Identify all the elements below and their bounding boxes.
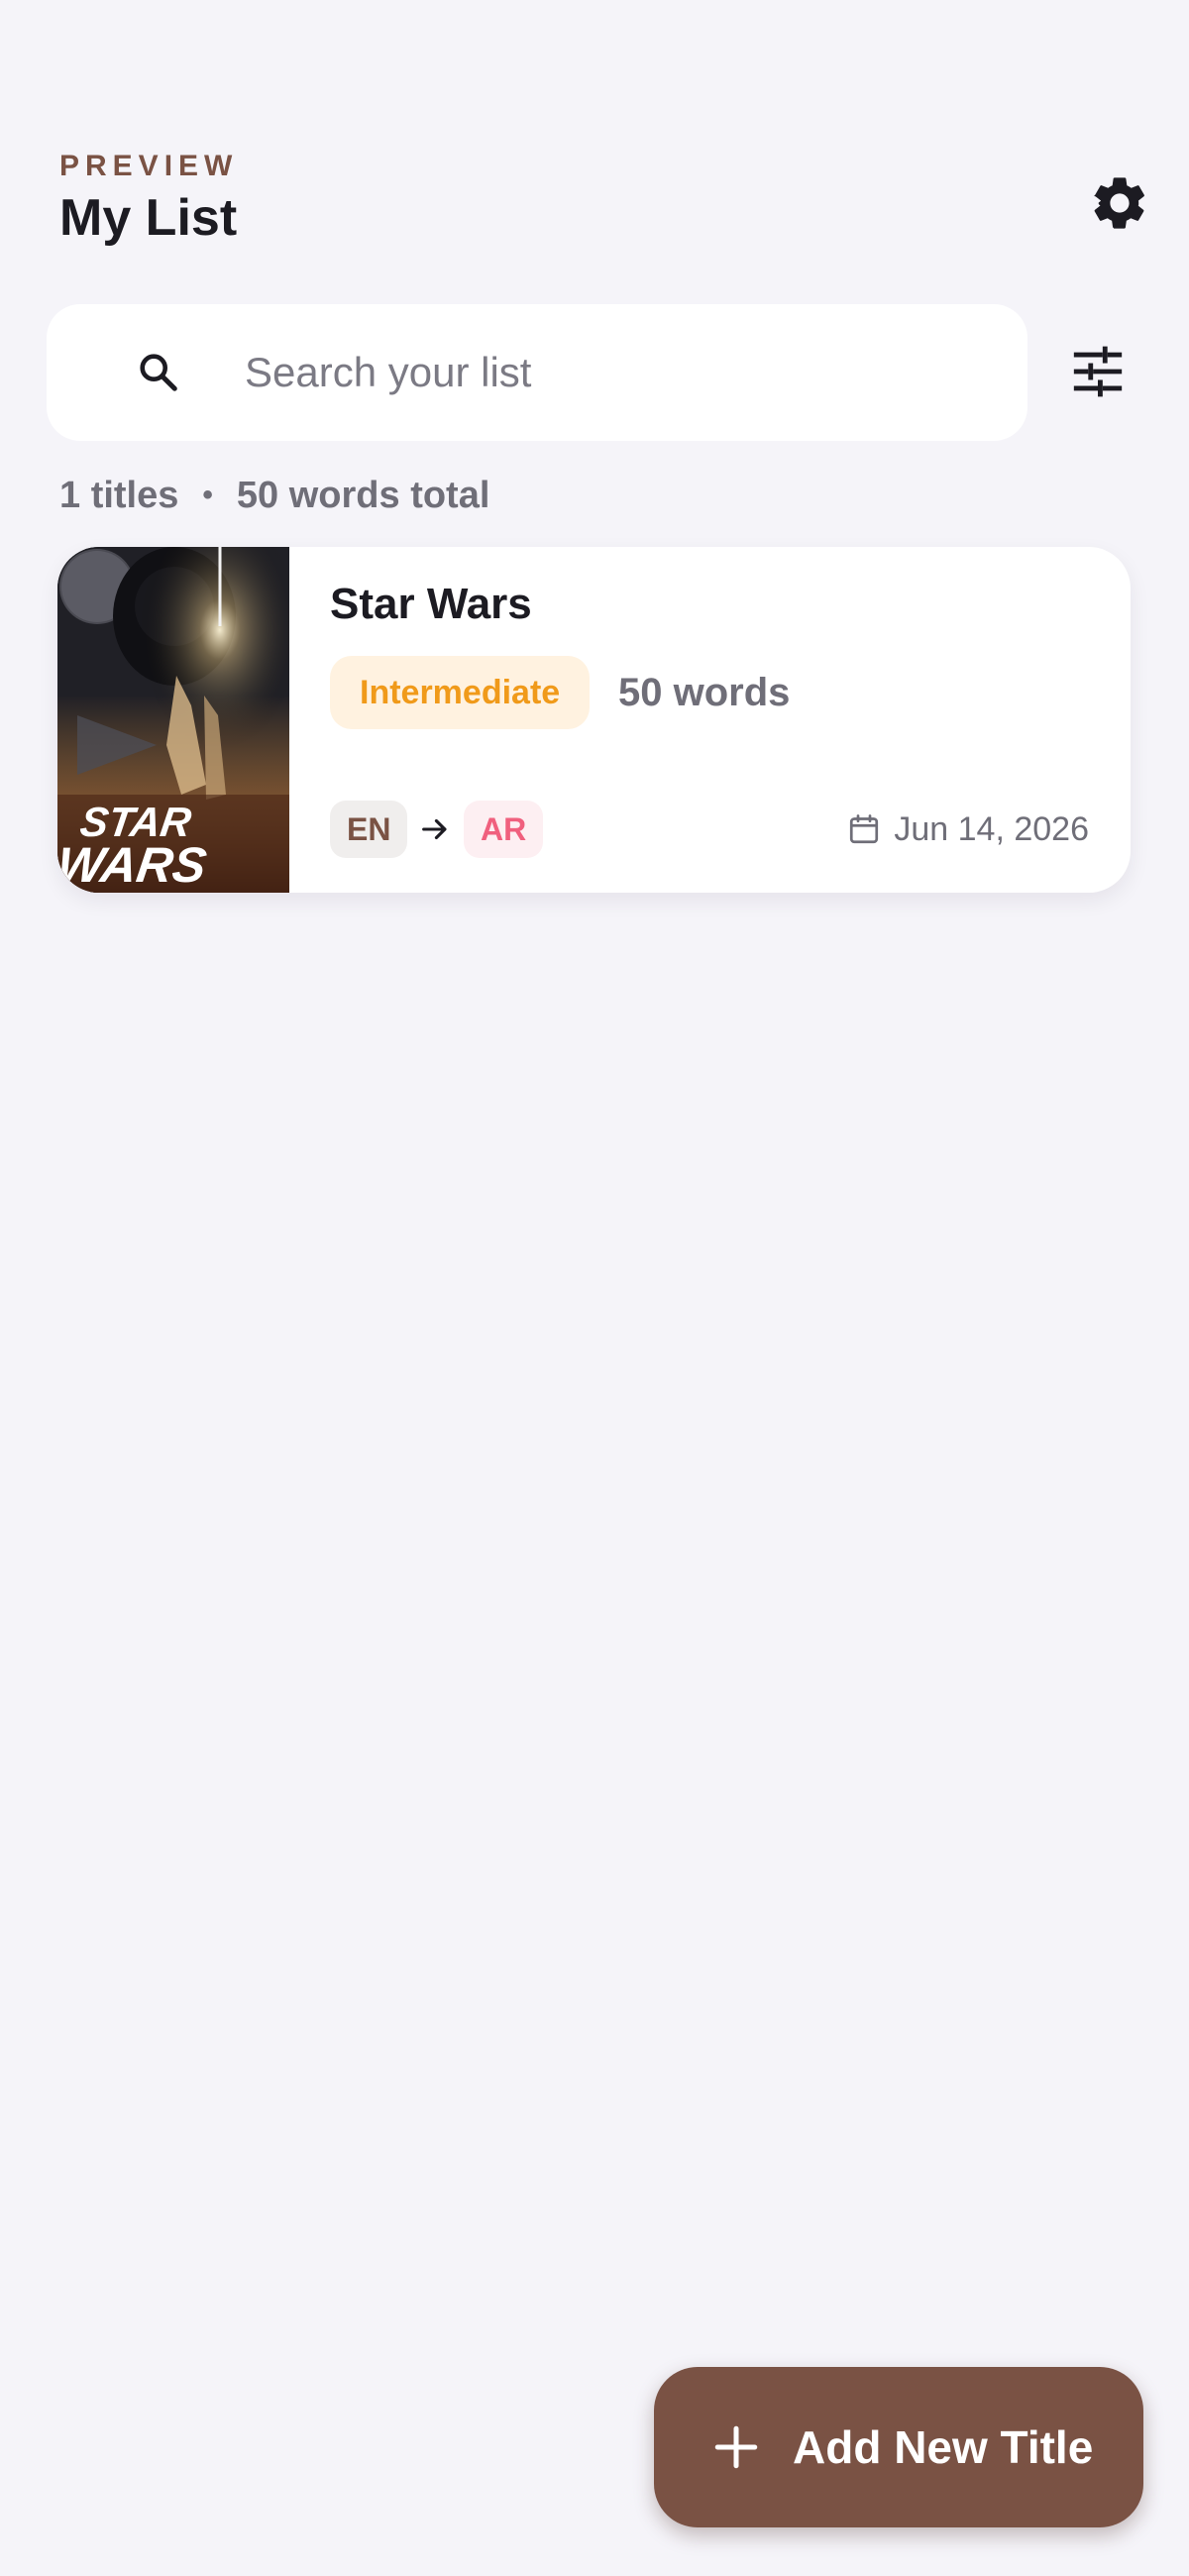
filter-button[interactable] — [1060, 334, 1135, 408]
titles-count: 1 titles — [59, 475, 179, 516]
add-new-title-button[interactable]: Add New Title — [654, 2367, 1143, 2527]
summary-separator: • — [202, 479, 213, 511]
plus-icon — [711, 2422, 761, 2472]
calendar-icon — [846, 811, 882, 847]
poster-image: STAR WARS — [57, 547, 289, 893]
gear-icon — [1094, 177, 1144, 229]
preview-label: PREVIEW — [59, 150, 239, 182]
search-icon — [136, 350, 181, 395]
date-text: Jun 14, 2026 — [894, 810, 1089, 848]
word-count: 50 words — [618, 671, 791, 714]
page-header: PREVIEW My List — [59, 149, 238, 248]
poster-logo-line2: WARS — [57, 837, 210, 893]
words-total: 50 words total — [236, 475, 490, 516]
search-bar[interactable] — [47, 304, 1027, 441]
card-title: Star Wars — [330, 580, 532, 628]
page-title: My List — [59, 189, 238, 247]
settings-button[interactable] — [1080, 163, 1159, 243]
search-input[interactable] — [243, 348, 1000, 397]
title-card[interactable]: STAR WARS Star Wars Intermediate 50 word… — [57, 547, 1131, 893]
target-language-badge: AR — [464, 801, 544, 858]
level-badge: Intermediate — [330, 656, 591, 729]
arrow-right-icon — [422, 818, 447, 840]
source-language-badge: EN — [330, 801, 408, 858]
date-added: Jun 14, 2026 — [846, 806, 1089, 852]
add-new-title-label: Add New Title — [793, 2421, 1094, 2473]
list-summary: 1 titles • 50 words total — [59, 474, 489, 517]
sliders-icon — [1073, 346, 1122, 396]
